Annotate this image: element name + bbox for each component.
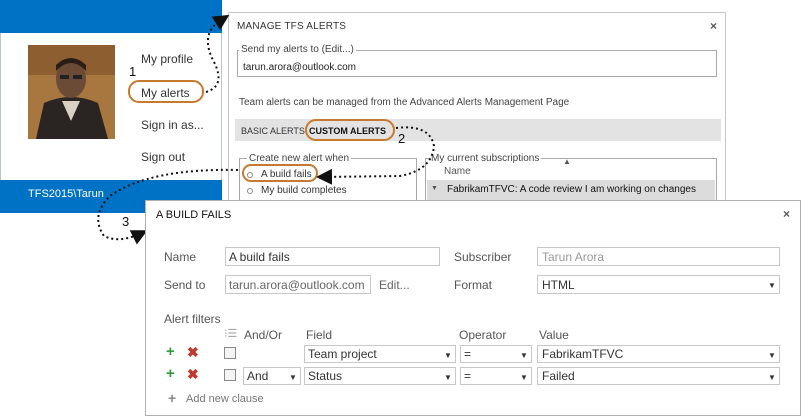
add-clause-icon[interactable]: + <box>168 390 176 406</box>
insert-clause-icon[interactable]: + <box>166 343 175 360</box>
subscriber-value: Tarun Arora <box>542 250 605 264</box>
delete-clause-icon[interactable]: ✖ <box>187 344 199 361</box>
delete-clause-icon[interactable]: ✖ <box>187 366 199 383</box>
format-label: Format <box>454 278 493 292</box>
subscriber-label: Subscriber <box>454 250 512 264</box>
chevron-down-icon[interactable]: ▼ <box>768 281 776 290</box>
chevron-down-icon[interactable]: ▼ <box>444 373 452 382</box>
group-clauses-icon[interactable]: ⁝☰ <box>224 327 237 340</box>
dialog-title: A BUILD FAILS <box>156 209 232 221</box>
column-and-or: And/Or <box>244 328 283 342</box>
build-fails-dialog: A BUILD FAILS × Name A build fails Subsc… <box>145 200 801 416</box>
chevron-down-icon[interactable]: ▼ <box>289 373 297 382</box>
field-value: Team project <box>308 347 377 361</box>
clause-checkbox[interactable] <box>224 369 236 381</box>
insert-clause-icon[interactable]: + <box>166 365 175 382</box>
operator-value: = <box>464 347 472 361</box>
value-value: Failed <box>542 369 575 383</box>
close-icon[interactable]: × <box>783 207 790 221</box>
column-operator: Operator <box>459 328 507 342</box>
format-value: HTML <box>542 278 575 292</box>
send-to-value: tarun.arora@outlook.com <box>229 278 365 292</box>
chevron-down-icon[interactable]: ▼ <box>444 351 452 360</box>
arrow-to-manage-dialog <box>205 14 230 93</box>
send-to-label: Send to <box>164 278 206 292</box>
alert-filters-label: Alert filters <box>164 312 221 326</box>
step-3-label: 3 <box>122 214 130 229</box>
chevron-down-icon[interactable]: ▼ <box>768 373 776 382</box>
chevron-down-icon[interactable]: ▼ <box>520 373 528 382</box>
add-new-clause-link[interactable]: Add new clause <box>186 393 264 405</box>
arrow-to-build-fails <box>316 126 436 185</box>
edit-link[interactable]: Edit... <box>379 278 410 292</box>
and-or-value: And <box>247 369 269 383</box>
name-label: Name <box>164 250 197 264</box>
column-field: Field <box>306 328 333 342</box>
column-value: Value <box>539 328 569 342</box>
name-value: A build fails <box>229 250 290 264</box>
chevron-down-icon[interactable]: ▼ <box>520 351 528 360</box>
field-value: Status <box>308 369 343 383</box>
operator-value: = <box>464 369 472 383</box>
chevron-down-icon[interactable]: ▼ <box>768 351 776 360</box>
clause-checkbox[interactable] <box>224 347 236 359</box>
value-value: FabrikamTFVC <box>542 347 624 361</box>
